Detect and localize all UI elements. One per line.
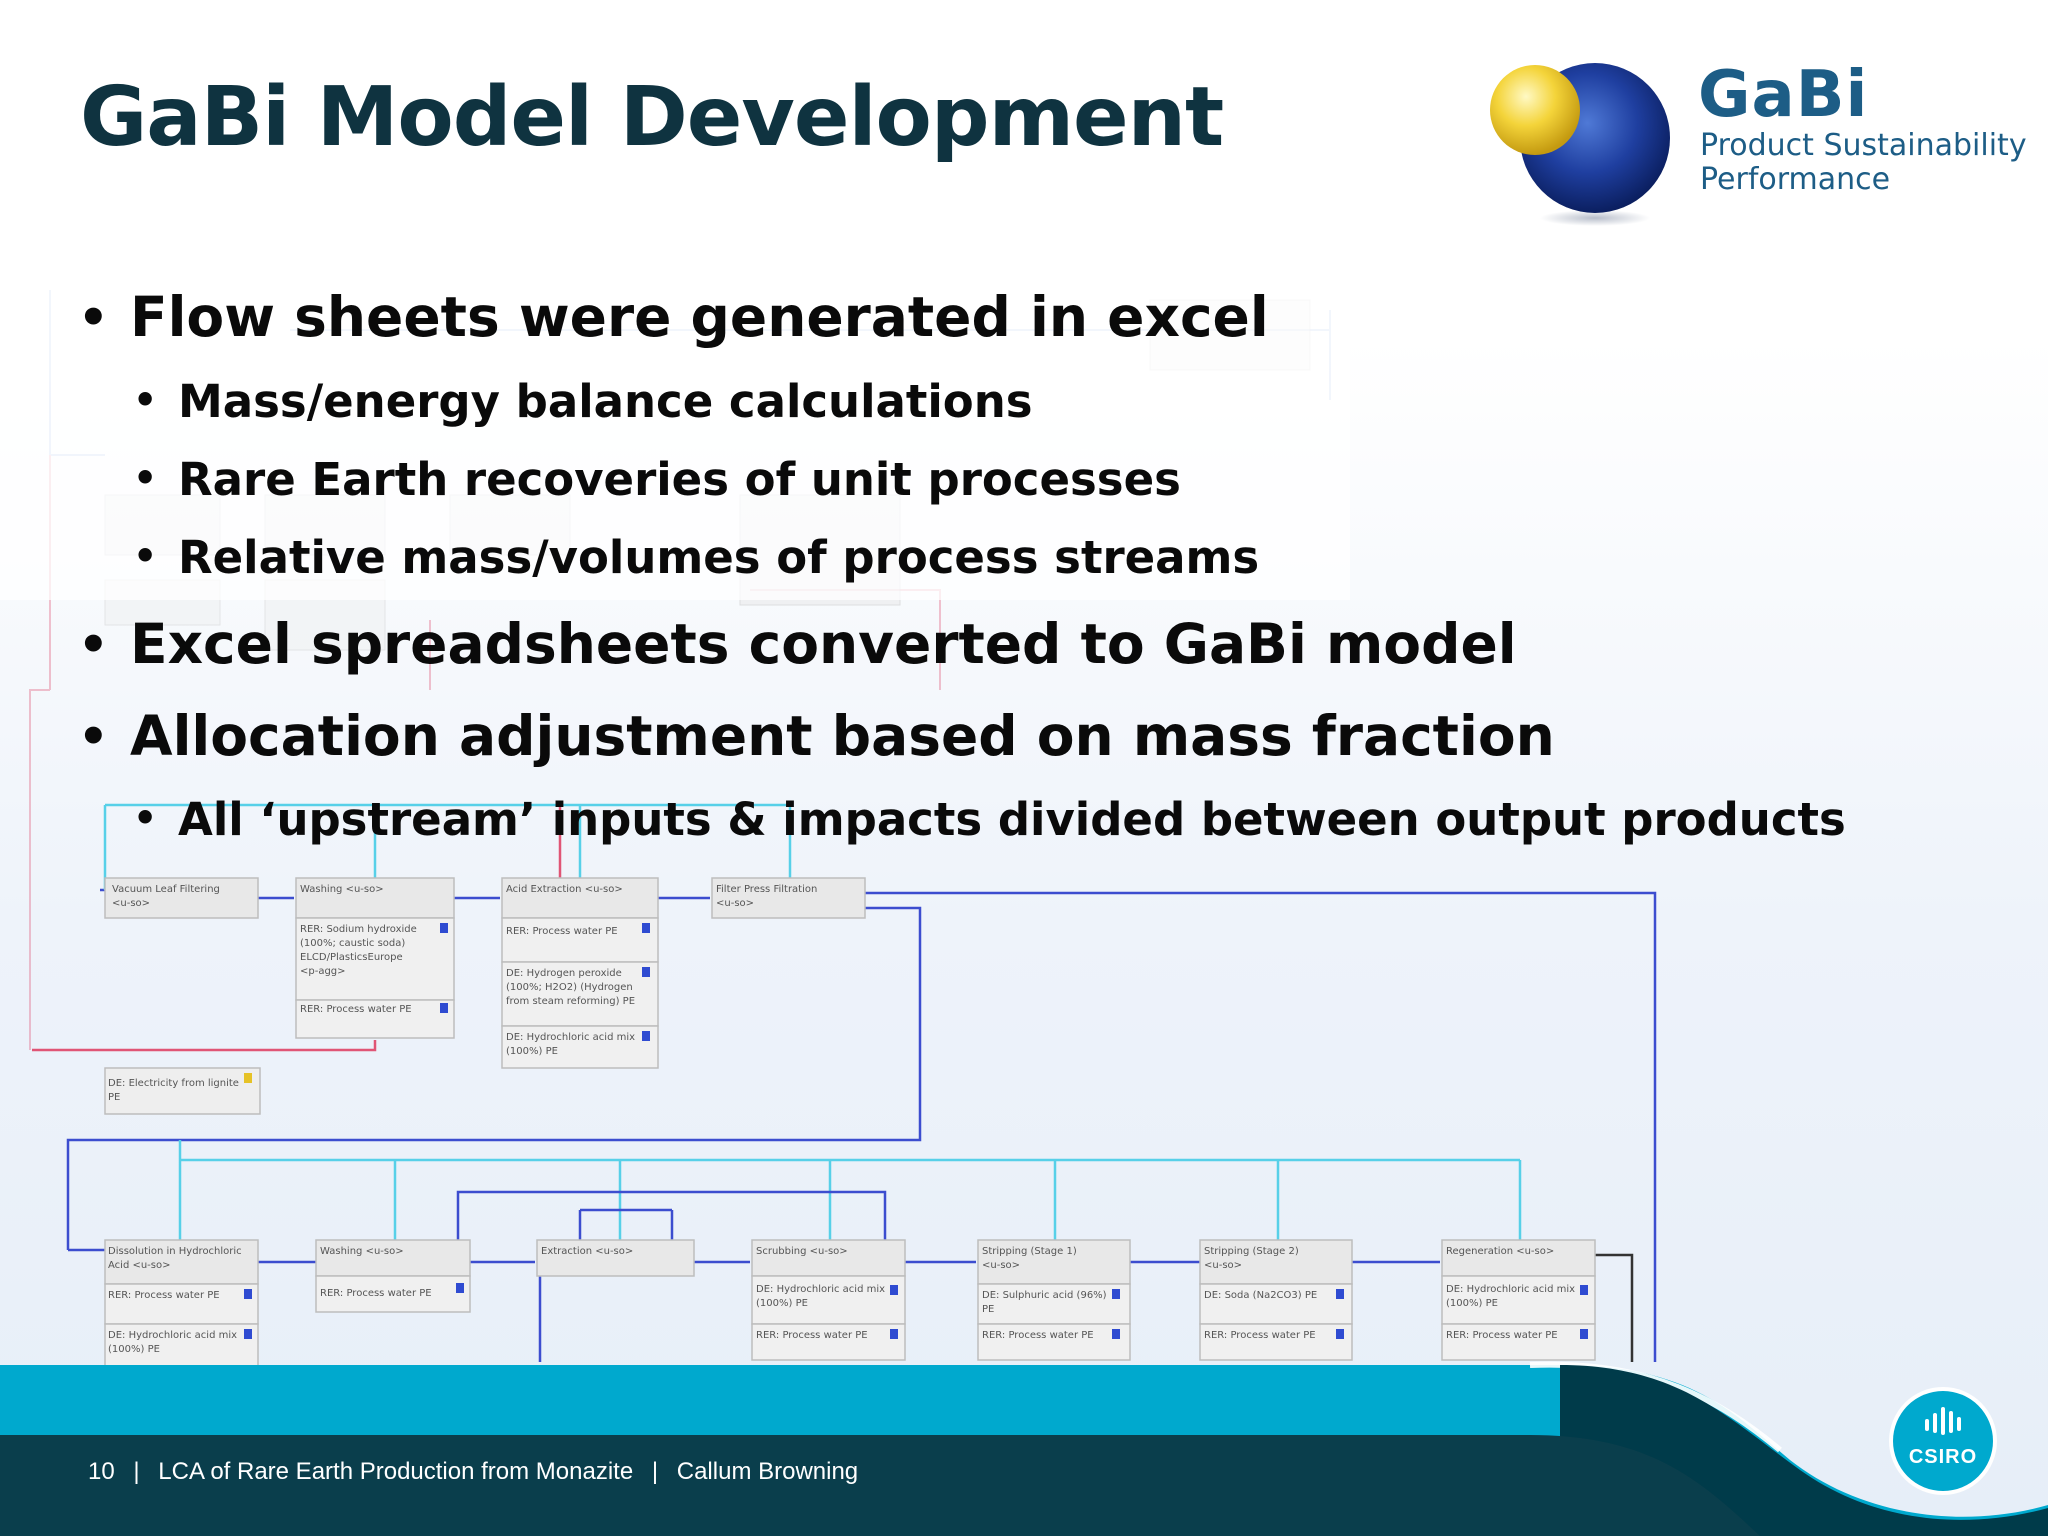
footer-separator: |: [651, 1458, 659, 1485]
svg-text:DE: Hydrochloric acid mix: DE: Hydrochloric acid mix: [756, 1284, 885, 1295]
bullet-dot: •: [133, 534, 158, 578]
svg-text:DE: Hydrogen peroxide: DE: Hydrogen peroxide: [506, 968, 622, 979]
svg-text:Stripping (Stage 2): Stripping (Stage 2): [1204, 1246, 1299, 1257]
svg-text:Stripping (Stage 1): Stripping (Stage 1): [982, 1246, 1077, 1257]
svg-text:RER: Process water PE: RER: Process water PE: [320, 1288, 432, 1299]
svg-text:RER: Sodium hydroxide: RER: Sodium hydroxide: [300, 924, 417, 935]
footer-separator: |: [133, 1458, 140, 1485]
svg-text:DE: Sulphuric acid (96%): DE: Sulphuric acid (96%): [982, 1290, 1107, 1301]
bullet-dot: •: [78, 709, 109, 765]
svg-text:Regeneration <u-so>: Regeneration <u-so>: [1446, 1246, 1554, 1257]
svg-text:<u-so>: <u-so>: [982, 1260, 1020, 1271]
footer-text: 10 | LCA of Rare Earth Production from M…: [88, 1458, 858, 1486]
bullet-dot: •: [78, 617, 109, 673]
svg-text:(100%) PE: (100%) PE: [506, 1046, 558, 1057]
svg-text:Acid <u-so>: Acid <u-so>: [108, 1260, 171, 1271]
svg-text:Dissolution in Hydrochloric: Dissolution in Hydrochloric: [108, 1246, 242, 1257]
sub-bullet-item: Relative mass/volumes of process streams: [178, 531, 1260, 584]
svg-text:RER: Process water PE: RER: Process water PE: [300, 1004, 412, 1015]
sub-bullet-item: Mass/energy balance calculations: [178, 375, 1033, 428]
csiro-wave-icon: [1925, 1407, 1961, 1435]
presentation-title: LCA of Rare Earth Production from Monazi…: [158, 1458, 634, 1485]
bullet-item: Allocation adjustment based on mass frac…: [130, 704, 1555, 768]
bullet-dot: •: [78, 290, 109, 346]
bullet-dot: •: [133, 378, 158, 422]
svg-text:(100%) PE: (100%) PE: [1446, 1298, 1498, 1309]
svg-text:(100%; caustic soda): (100%; caustic soda): [300, 938, 405, 949]
csiro-wordmark: CSIRO: [1908, 1446, 1978, 1468]
svg-text:Scrubbing <u-so>: Scrubbing <u-so>: [756, 1246, 848, 1257]
svg-text:ELCD/PlasticsEurope: ELCD/PlasticsEurope: [300, 952, 403, 963]
bullet-dot: •: [133, 796, 158, 840]
svg-text:<p-agg>: <p-agg>: [300, 966, 346, 977]
sub-bullet-item: All ‘upstream’ inputs & impacts divided …: [178, 793, 1846, 846]
svg-text:(100%) PE: (100%) PE: [756, 1298, 808, 1309]
svg-text:Extraction <u-so>: Extraction <u-so>: [541, 1246, 633, 1257]
svg-text:DE: Hydrochloric acid mix: DE: Hydrochloric acid mix: [506, 1032, 635, 1043]
bullet-dot: •: [133, 456, 158, 500]
svg-text:PE: PE: [982, 1304, 994, 1315]
bullet-item: Flow sheets were generated in excel: [130, 285, 1269, 349]
svg-text:PE: PE: [108, 1092, 120, 1103]
svg-text:(100%; H2O2) (Hydrogen: (100%; H2O2) (Hydrogen: [506, 982, 633, 993]
svg-text:DE: Soda (Na2CO3) PE: DE: Soda (Na2CO3) PE: [1204, 1290, 1317, 1301]
bullet-item: Excel spreadsheets converted to GaBi mod…: [130, 612, 1517, 676]
svg-text:DE: Electricity from lignite: DE: Electricity from lignite: [108, 1078, 239, 1089]
svg-text:<u-so>: <u-so>: [1204, 1260, 1242, 1271]
slide: Vacuum Leaf Filtering <u-so> Washing <u-s…: [0, 0, 2048, 1536]
sub-bullet-item: Rare Earth recoveries of unit processes: [178, 453, 1181, 506]
svg-text:Washing <u-so>: Washing <u-so>: [320, 1246, 404, 1257]
svg-text:RER: Process water PE: RER: Process water PE: [506, 926, 618, 937]
page-number: 10: [88, 1458, 115, 1485]
svg-text:from steam reforming) PE: from steam reforming) PE: [506, 996, 635, 1007]
svg-text:DE: Hydrochloric acid mix: DE: Hydrochloric acid mix: [1446, 1284, 1575, 1295]
footer-band: [0, 1361, 2048, 1536]
csiro-logo: CSIRO: [1893, 1391, 1993, 1491]
bullet-list: • Flow sheets were generated in excel • …: [0, 0, 1900, 900]
author-name: Callum Browning: [676, 1458, 859, 1485]
svg-text:RER: Process water PE: RER: Process water PE: [108, 1290, 220, 1301]
